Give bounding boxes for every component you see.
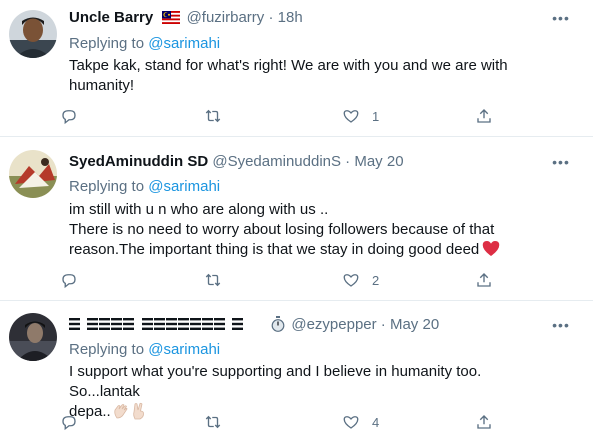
timestamp[interactable]: 18h <box>278 9 303 26</box>
separator-dot: · <box>345 153 351 170</box>
tweet-text-line: There is no need to worry about losing f… <box>69 221 495 238</box>
tweet-actions: 1 <box>60 104 520 128</box>
mention-link[interactable]: @sarimahi <box>148 178 220 195</box>
tweet-text-line-with-emoji: reason.The important thing is that we st… <box>69 240 549 260</box>
like-icon <box>343 416 359 429</box>
replying-label: Replying to <box>69 35 145 52</box>
like-button[interactable]: 4 <box>342 410 379 434</box>
like-button[interactable]: 2 <box>342 268 379 292</box>
avatar[interactable] <box>9 150 57 198</box>
avatar[interactable] <box>9 10 57 58</box>
separator-dot: · <box>380 316 386 333</box>
reply-icon <box>62 110 76 125</box>
handle[interactable]: @ezypepper <box>291 316 376 333</box>
tweet-ezypepper[interactable]: @ezypepper · May 20 ••• Replying to @sar… <box>0 301 593 441</box>
display-name[interactable]: SyedAminuddin SD <box>69 153 208 170</box>
more-icon[interactable]: ••• <box>551 152 571 172</box>
reply-icon <box>62 274 76 289</box>
retweet-button[interactable] <box>204 268 222 292</box>
red-heart-icon <box>483 241 500 256</box>
tweet-header: Uncle Barry @fuzirbarry · 18h <box>69 7 303 29</box>
display-name-glyphs[interactable] <box>69 316 261 332</box>
tweet-text-line: I support what you're supporting and I b… <box>69 363 482 400</box>
stopwatch-icon <box>271 316 285 332</box>
tweet-syedaminuddin[interactable]: SyedAminuddin SD @SyedaminuddinS · May 2… <box>0 137 593 300</box>
like-count: 4 <box>372 414 380 430</box>
tweet-text: Takpe kak, stand for what's right! We ar… <box>69 56 549 96</box>
handle[interactable]: @SyedaminuddinS <box>212 153 341 170</box>
reply-feed: Uncle Barry @fuzirbarry · 18h ••• Replyi… <box>0 0 593 441</box>
share-button[interactable] <box>475 268 493 292</box>
replying-label: Replying to <box>69 341 145 358</box>
tweet-text-line: Takpe kak, stand for what's right! We ar… <box>69 57 508 74</box>
share-icon <box>477 415 491 429</box>
avatar[interactable] <box>9 313 57 361</box>
tweet-header: SyedAminuddin SD @SyedaminuddinS · May 2… <box>69 151 404 173</box>
timestamp[interactable]: May 20 <box>390 316 439 333</box>
tweet-actions: 2 <box>60 268 520 292</box>
tweet-text-line: humanity! <box>69 77 135 94</box>
tweet-uncle-barry[interactable]: Uncle Barry @fuzirbarry · 18h ••• Replyi… <box>0 0 593 135</box>
separator-dot: · <box>268 9 274 26</box>
flag-malaysia-icon <box>162 11 181 24</box>
tweet-actions: 4 <box>60 410 520 434</box>
replying-to: Replying to @sarimahi <box>69 34 220 54</box>
replying-to: Replying to @sarimahi <box>69 177 220 197</box>
reply-button[interactable] <box>60 104 78 128</box>
like-count: 2 <box>372 272 380 288</box>
mention-link[interactable]: @sarimahi <box>148 341 220 358</box>
like-button[interactable]: 1 <box>342 104 379 128</box>
share-button[interactable] <box>475 104 493 128</box>
replying-label: Replying to <box>69 178 145 195</box>
handle[interactable]: @fuzirbarry <box>187 9 265 26</box>
like-icon <box>343 110 359 123</box>
retweet-button[interactable] <box>204 104 222 128</box>
more-icon[interactable]: ••• <box>551 315 571 335</box>
retweet-icon <box>205 109 221 123</box>
display-name[interactable]: Uncle Barry <box>69 9 153 26</box>
reply-button[interactable] <box>60 410 78 434</box>
share-icon <box>477 273 491 287</box>
tweet-text-line: reason.The important thing is that we st… <box>69 241 480 258</box>
retweet-icon <box>205 273 221 287</box>
tweet-text: im still with u n who are along with us … <box>69 200 549 260</box>
more-icon[interactable]: ••• <box>551 8 571 28</box>
tweet-text-line: im still with u n who are along with us … <box>69 201 329 218</box>
like-count: 1 <box>372 108 380 124</box>
retweet-button[interactable] <box>204 410 222 434</box>
timestamp[interactable]: May 20 <box>354 153 403 170</box>
share-button[interactable] <box>475 410 493 434</box>
tweet-header: @ezypepper · May 20 <box>69 314 439 336</box>
retweet-icon <box>205 415 221 429</box>
reply-icon <box>62 416 76 431</box>
mention-link[interactable]: @sarimahi <box>148 35 220 52</box>
share-icon <box>477 109 491 123</box>
reply-button[interactable] <box>60 268 78 292</box>
like-icon <box>343 274 359 287</box>
replying-to: Replying to @sarimahi <box>69 340 220 360</box>
